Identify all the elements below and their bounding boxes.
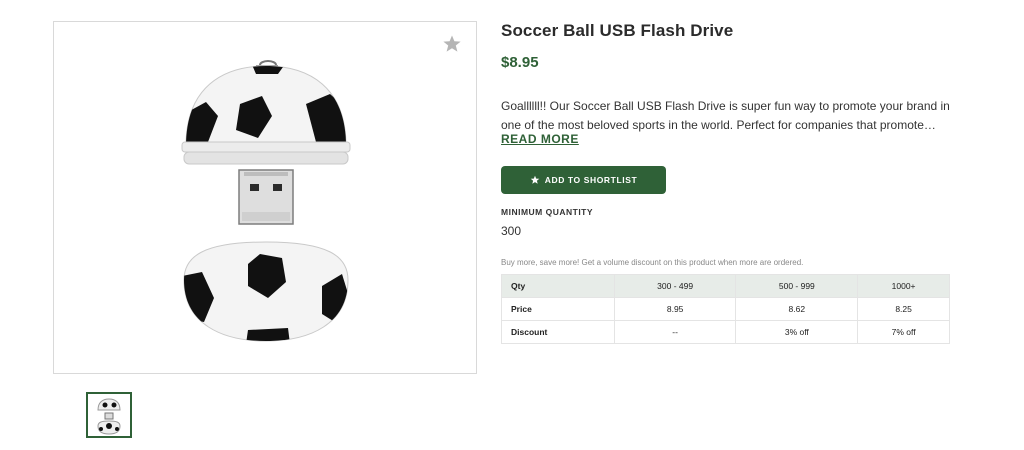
table-cell: 7% off <box>857 320 950 344</box>
row-label: Price <box>501 297 615 321</box>
header-cell: 500 - 999 <box>735 274 859 298</box>
table-cell: 8.25 <box>857 297 950 321</box>
add-to-shortlist-button[interactable]: ADD TO SHORTLIST <box>501 166 666 194</box>
volume-discount-note: Buy more, save more! Get a volume discou… <box>501 258 804 267</box>
product-image <box>181 60 351 342</box>
favorite-star-icon[interactable] <box>442 34 462 54</box>
product-image-frame <box>53 21 477 374</box>
row-label: Discount <box>501 320 615 344</box>
read-more-link[interactable]: READ MORE <box>501 132 579 146</box>
shortlist-label: ADD TO SHORTLIST <box>544 175 638 185</box>
thumbnail-image <box>97 398 121 435</box>
star-icon <box>530 175 540 184</box>
header-cell: 300 - 499 <box>613 274 737 298</box>
header-cell: Qty <box>501 274 615 298</box>
product-description: Goallllll!! Our Soccer Ball USB Flash Dr… <box>501 99 950 132</box>
table-cell: 8.95 <box>613 297 737 321</box>
table-header-row: Qty 300 - 499 500 - 999 1000+ <box>501 274 950 298</box>
table-cell: 8.62 <box>735 297 859 321</box>
table-cell: -- <box>613 320 737 344</box>
pricing-table: Qty 300 - 499 500 - 999 1000+ Price 8.95… <box>501 274 950 344</box>
product-title: Soccer Ball USB Flash Drive <box>501 21 734 40</box>
product-thumbnail[interactable] <box>86 392 132 438</box>
header-cell: 1000+ <box>857 274 950 298</box>
minimum-quantity-value: 300 <box>501 224 522 238</box>
table-cell: 3% off <box>735 320 859 344</box>
table-row: Price 8.95 8.62 8.25 <box>501 297 950 321</box>
product-price: $8.95 <box>501 54 539 71</box>
minimum-quantity-label: MINIMUM QUANTITY <box>501 207 594 217</box>
table-row: Discount -- 3% off 7% off <box>501 320 950 344</box>
